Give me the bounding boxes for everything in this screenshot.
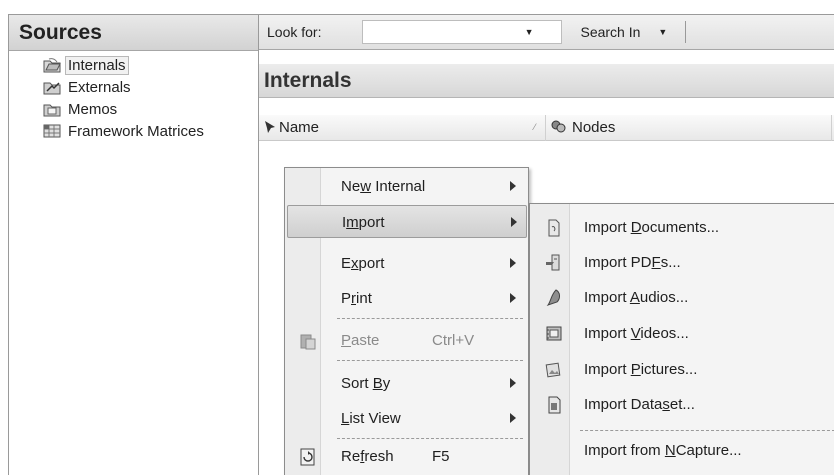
tree-item-framework-matrices[interactable]: Framework Matrices <box>9 120 258 142</box>
import-pictures-icon <box>544 360 564 380</box>
look-for-input[interactable]: ▼ <box>362 20 563 44</box>
list-column-header: Name ⁄ Nodes <box>259 115 834 141</box>
submenu-arrow-icon <box>510 378 516 388</box>
column-divider[interactable] <box>545 115 546 141</box>
tree-item-internals[interactable]: Internals <box>9 54 258 76</box>
tree-item-label: Externals <box>68 78 131 96</box>
submenu-arrow-icon <box>510 258 516 268</box>
nodes-icon <box>550 118 568 140</box>
search-in-button[interactable]: Search In <box>580 24 640 40</box>
import-audios-icon <box>544 288 564 308</box>
menu-item-import-documents[interactable]: Import Documents... <box>532 211 832 245</box>
import-videos-icon <box>544 324 564 344</box>
menu-separator <box>337 360 523 361</box>
column-nodes[interactable]: Nodes <box>572 119 615 136</box>
externals-folder-icon <box>43 79 61 95</box>
paste-icon <box>299 332 317 350</box>
menu-item-list-view[interactable]: List View <box>287 402 527 435</box>
menu-separator <box>337 438 523 439</box>
framework-matrices-icon <box>43 123 61 139</box>
menu-item-import-pictures[interactable]: Import Pictures... <box>532 353 832 387</box>
menu-item-sort-by[interactable]: Sort By <box>287 367 527 400</box>
internals-folder-icon <box>43 57 61 73</box>
import-documents-icon <box>544 218 564 238</box>
tree-item-externals[interactable]: Externals <box>9 76 258 98</box>
sources-pane: Sources Internals Externals Memos Framew… <box>8 14 258 475</box>
context-menu: New Internal Import Export Print Paste C… <box>284 167 529 475</box>
submenu-arrow-icon <box>510 413 516 423</box>
tree-item-label: Internals <box>65 55 129 75</box>
menu-item-paste[interactable]: Paste Ctrl+V <box>287 324 527 357</box>
tree-item-label: Memos <box>68 100 118 118</box>
shortcut-label: F5 <box>432 448 450 465</box>
refresh-icon <box>299 448 317 466</box>
menu-item-import-from-ncapture[interactable]: Import from NCapture... <box>532 434 832 468</box>
menu-item-import[interactable]: Import <box>287 205 527 238</box>
chevron-down-icon[interactable]: ▼ <box>525 27 534 37</box>
import-dataset-icon <box>544 395 564 415</box>
memos-folder-icon <box>43 101 61 117</box>
sort-indicator-icon: ⁄ <box>534 122 536 132</box>
chevron-down-icon[interactable]: ▼ <box>658 27 667 37</box>
menu-item-import-pdfs[interactable]: Import PDFs... <box>532 246 832 280</box>
menu-item-new-internal[interactable]: New Internal <box>287 170 527 203</box>
column-name[interactable]: Name <box>279 119 319 136</box>
menu-item-import-audios[interactable]: Import Audios... <box>532 281 832 315</box>
submenu-arrow-icon <box>511 217 517 227</box>
menu-item-import-dataset[interactable]: Import Dataset... <box>532 388 832 422</box>
tree-item-label: Framework Matrices <box>68 122 204 140</box>
submenu-arrow-icon <box>510 181 516 191</box>
list-title: Internals <box>259 64 834 98</box>
menu-separator <box>337 318 523 319</box>
menu-separator <box>580 430 834 431</box>
menu-item-import-videos[interactable]: Import Videos... <box>532 317 832 351</box>
menu-item-print[interactable]: Print <box>287 282 527 315</box>
toolbar-divider <box>685 21 687 43</box>
shortcut-label: Ctrl+V <box>432 332 475 349</box>
column-divider[interactable] <box>831 115 832 141</box>
menu-item-export[interactable]: Export <box>287 247 527 280</box>
import-pdfs-icon <box>544 253 564 273</box>
tree-item-memos[interactable]: Memos <box>9 98 258 120</box>
menu-item-refresh[interactable]: Refresh F5 <box>287 440 527 473</box>
submenu-arrow-icon <box>510 293 516 303</box>
sources-tree: Internals Externals Memos Framework Matr… <box>9 51 258 142</box>
sources-title: Sources <box>9 15 258 51</box>
find-bar: Look for: ▼ Search In ▼ <box>259 14 834 50</box>
look-for-label: Look for: <box>267 24 322 40</box>
pin-icon[interactable] <box>263 119 277 139</box>
import-submenu: Import Documents... Import PDFs... Impor… <box>529 203 834 475</box>
